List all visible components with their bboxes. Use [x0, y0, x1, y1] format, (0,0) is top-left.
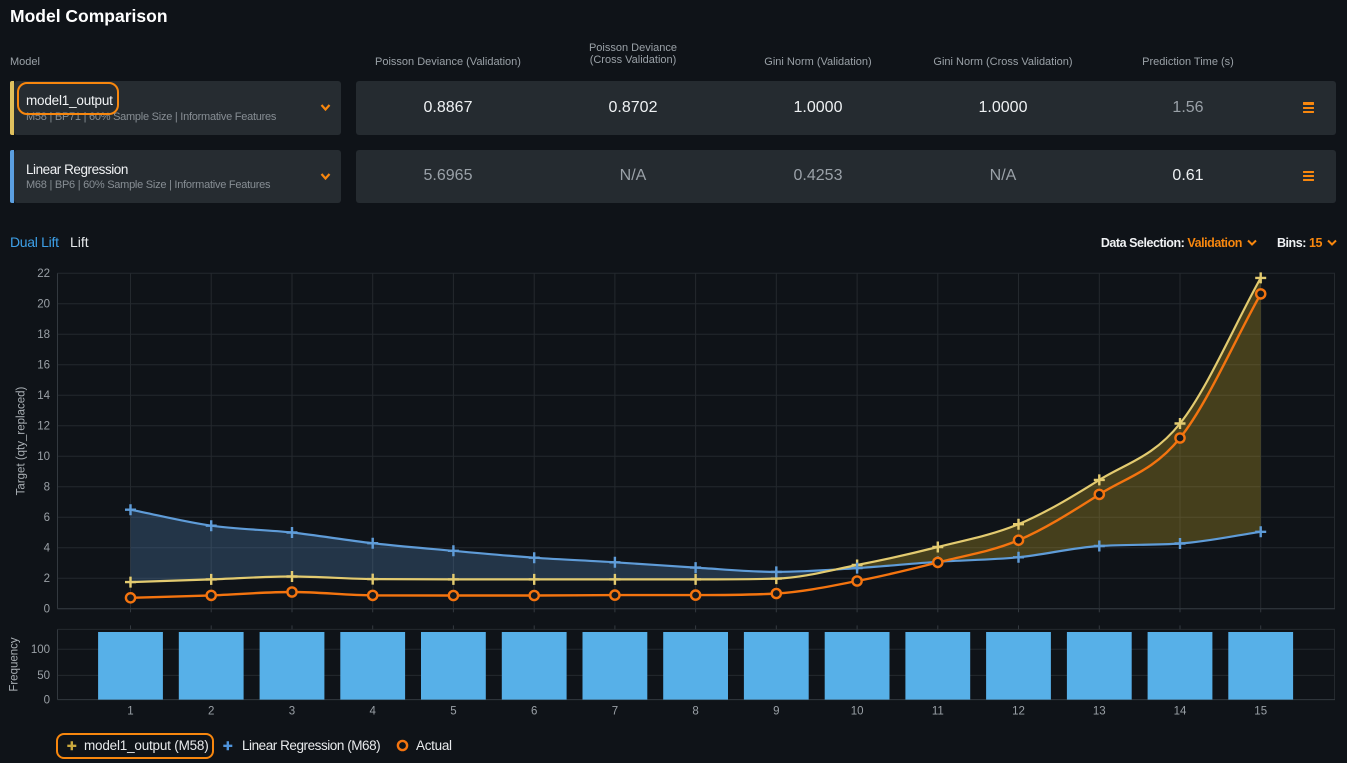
svg-text:14: 14	[37, 390, 50, 402]
svg-text:13: 13	[1093, 706, 1106, 718]
svg-text:6: 6	[531, 706, 537, 718]
svg-text:22: 22	[37, 268, 50, 280]
svg-text:1: 1	[127, 706, 133, 718]
svg-text:14: 14	[1174, 706, 1187, 718]
svg-text:7: 7	[612, 706, 618, 718]
svg-text:Target (qty_replaced): Target (qty_replaced)	[16, 386, 28, 495]
svg-text:18: 18	[37, 329, 50, 341]
svg-text:10: 10	[851, 706, 864, 718]
svg-text:9: 9	[773, 706, 779, 718]
svg-text:3: 3	[289, 706, 295, 718]
svg-text:20: 20	[37, 299, 50, 311]
svg-text:2: 2	[44, 573, 50, 585]
svg-text:15: 15	[1254, 706, 1267, 718]
svg-text:Frequency: Frequency	[9, 637, 21, 692]
svg-text:0: 0	[44, 604, 50, 616]
svg-text:12: 12	[1012, 706, 1025, 718]
svg-text:5: 5	[450, 706, 456, 718]
svg-text:11: 11	[932, 706, 944, 718]
svg-text:10: 10	[37, 451, 50, 463]
svg-text:100: 100	[31, 644, 50, 656]
svg-text:8: 8	[44, 482, 50, 494]
svg-text:4: 4	[369, 706, 376, 718]
svg-text:12: 12	[37, 421, 50, 433]
svg-text:6: 6	[44, 512, 50, 524]
svg-text:4: 4	[44, 543, 51, 555]
svg-text:8: 8	[692, 706, 698, 718]
svg-text:50: 50	[37, 670, 50, 682]
svg-text:0: 0	[44, 694, 50, 706]
svg-text:16: 16	[37, 360, 50, 372]
svg-text:2: 2	[208, 706, 214, 718]
